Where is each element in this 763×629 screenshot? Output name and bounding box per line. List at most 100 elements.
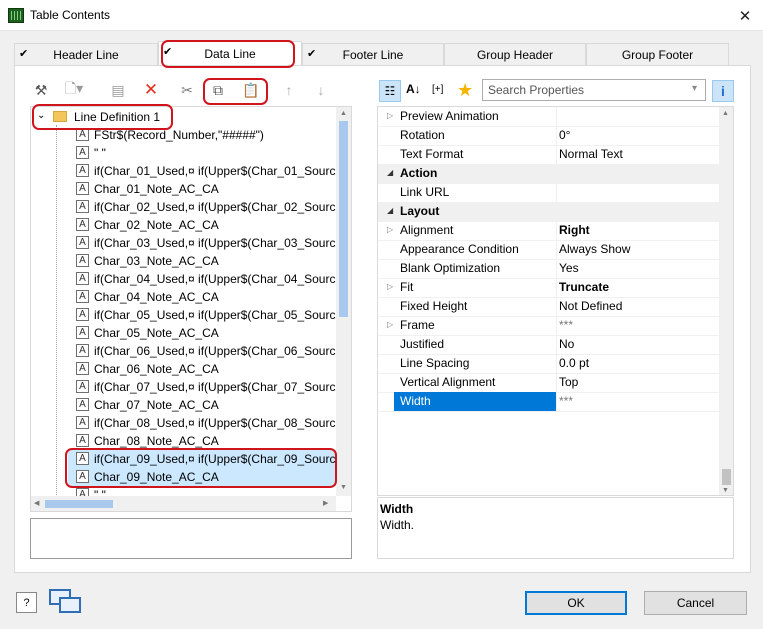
tree-item-label: if(Char_08_Used,¤ if(Upper$(Char_08_Sour… [94,416,347,430]
expand-all-icon[interactable]: [+] [432,84,443,95]
tab-footer-line[interactable]: ✔ Footer Line [302,43,444,65]
property-row[interactable]: Text Format Normal Text [378,145,719,165]
wand-icon[interactable]: ⚒ [30,79,52,101]
tab-group-header[interactable]: Group Header [444,43,586,65]
tree-item[interactable]: A Char_05_Note_AC_CA [31,324,331,342]
collapse-icon[interactable]: ◢ [387,168,393,177]
move-down-icon[interactable]: ↓ [310,79,332,101]
property-value[interactable]: *** [559,318,573,332]
scroll-thumb[interactable] [339,121,348,317]
tab-label: Header Line [53,47,119,62]
search-input[interactable]: Search Properties ▾ [482,79,706,101]
move-up-icon[interactable]: ↑ [278,79,300,101]
text-field-icon: A [76,434,89,447]
tree-item[interactable]: A " " [31,144,331,162]
text-field-icon: A [76,146,89,159]
tree-item[interactable]: A Char_04_Note_AC_CA [31,288,331,306]
property-row[interactable]: Rotation 0° [378,126,719,146]
tab-label: Group Footer [621,47,694,62]
property-row[interactable]: Justified No [378,335,719,355]
props-vscrollbar[interactable]: ▲ ▼ [719,107,733,495]
property-value[interactable]: Yes [559,261,579,275]
close-icon[interactable]: ✕ [727,0,763,31]
expand-icon[interactable]: ▷ [387,111,393,120]
property-row[interactable]: Fixed Height Not Defined [378,297,719,317]
star-icon[interactable]: ★ [457,80,473,101]
tab-header-line[interactable]: ✔ Header Line [14,43,158,65]
property-value[interactable]: *** [559,394,573,408]
property-row[interactable]: ▷ Fit Truncate [378,278,719,298]
cut-icon[interactable]: ✂ [176,79,198,101]
scroll-down-icon[interactable]: ▼ [340,484,347,491]
property-value[interactable]: Normal Text [559,147,623,161]
tree-vscrollbar[interactable]: ▲ ▼ [336,107,351,496]
tree-item[interactable]: Aif(Char_03_Used,¤ if(Upper$(Char_03_Sou… [31,234,346,252]
tree-item[interactable]: Aif(Char_08_Used,¤ if(Upper$(Char_08_Sou… [31,414,346,432]
expand-icon[interactable]: ▷ [387,282,393,291]
property-value[interactable]: Top [559,375,578,389]
property-name: Preview Animation [400,109,499,123]
tree-item[interactable]: Aif(Char_02_Used,¤ if(Upper$(Char_02_Sou… [31,198,346,216]
dropdown-icon[interactable]: ▾ [692,83,697,94]
categorized-view-icon[interactable]: ☷ [379,80,401,102]
property-name: Text Format [400,147,464,161]
tree-item[interactable]: Aif(Char_07_Used,¤ if(Upper$(Char_07_Sou… [31,378,346,396]
property-row[interactable]: ▷ Alignment Right [378,221,719,241]
sort-az-icon[interactable]: A↓ [406,82,421,96]
tree-item[interactable]: A Char_02_Note_AC_CA [31,216,331,234]
property-grid[interactable]: ▷ Preview Animation Rotation 0° Text Format N… [377,106,734,496]
property-category[interactable]: ◢ Action [378,164,719,184]
property-value[interactable]: Truncate [559,280,609,294]
property-row[interactable]: Appearance Condition Always Show [378,240,719,260]
property-value[interactable]: Always Show [559,242,630,256]
text-field-icon: A [76,416,89,429]
windows-icon[interactable] [49,589,83,615]
help-icon[interactable]: ? [16,592,37,613]
cancel-button[interactable]: Cancel [644,591,747,615]
delete-icon[interactable]: ✕ [140,79,162,101]
tree-item[interactable]: A Char_03_Note_AC_CA [31,252,331,270]
scroll-thumb[interactable] [722,469,731,485]
expand-icon[interactable]: ▷ [387,320,393,329]
collapse-icon[interactable]: ◢ [387,206,393,215]
property-value[interactable]: 0° [559,128,570,142]
scroll-thumb-h[interactable] [45,500,113,508]
scroll-up-icon[interactable]: ▲ [722,110,729,117]
scroll-left-icon[interactable]: ◀ [34,499,39,507]
property-row[interactable]: Vertical Alignment Top [378,373,719,393]
tab-group-footer[interactable]: Group Footer [586,43,729,65]
properties-icon[interactable]: ▤ [107,79,129,101]
property-name: Blank Optimization [400,261,501,275]
scroll-up-icon[interactable]: ▲ [340,110,347,117]
property-row[interactable]: Line Spacing 0.0 pt [378,354,719,374]
property-value[interactable]: No [559,337,574,351]
new-dropdown-icon[interactable]: 🗋▾ [63,79,85,101]
tree-item[interactable]: Aif(Char_05_Used,¤ if(Upper$(Char_05_Sou… [31,306,346,324]
expand-icon[interactable]: ▷ [387,225,393,234]
info-icon[interactable]: i [712,80,734,102]
tree-hscrollbar[interactable]: ◀ ▶ [31,496,336,511]
property-name: Action [400,166,438,180]
property-row[interactable]: Blank Optimization Yes [378,259,719,279]
tree-item[interactable]: A Char_01_Note_AC_CA [31,180,331,198]
tree-item[interactable]: Aif(Char_06_Used,¤ if(Upper$(Char_06_Sou… [31,342,346,360]
tree-item[interactable]: Aif(Char_01_Used,¤ if(Upper$(Char_01_Sou… [31,162,346,180]
property-value[interactable]: 0.0 pt [559,356,589,370]
property-value[interactable]: Right [559,223,590,237]
property-row[interactable]: Link URL [378,183,719,203]
property-row[interactable]: Width *** [378,392,719,412]
text-field-icon: A [76,200,89,213]
description-title: Width [380,502,414,516]
property-row[interactable]: ▷ Preview Animation [378,107,719,127]
tree-item[interactable]: A Char_06_Note_AC_CA [31,360,331,378]
property-category[interactable]: ◢ Layout [378,202,719,222]
property-row[interactable]: ▷ Frame *** [378,316,719,336]
tree-item[interactable]: A Char_07_Note_AC_CA [31,396,331,414]
description-panel: Width Width. [377,497,734,559]
property-name: Justified [400,337,445,351]
ok-button[interactable]: OK [525,591,627,615]
scroll-right-icon[interactable]: ▶ [323,499,328,507]
property-value[interactable]: Not Defined [559,299,622,313]
scroll-down-icon[interactable]: ▼ [722,487,729,494]
tree-item[interactable]: Aif(Char_04_Used,¤ if(Upper$(Char_04_Sou… [31,270,346,288]
